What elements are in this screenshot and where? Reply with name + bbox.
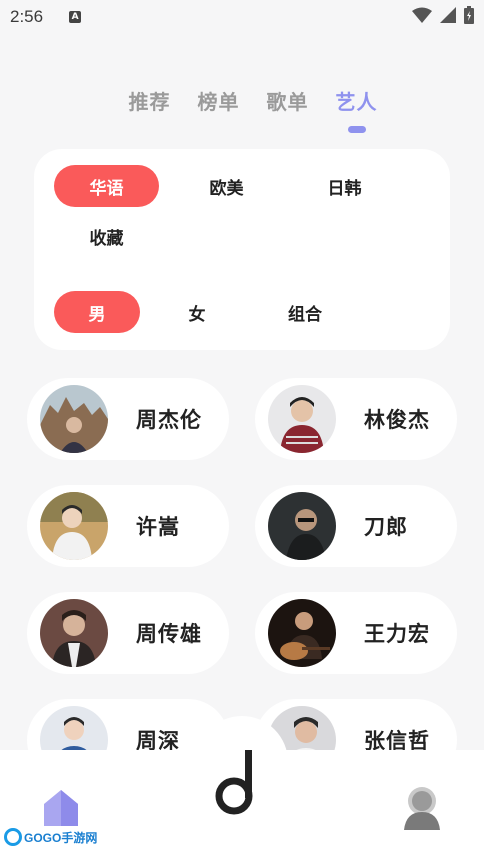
status-bar: 2:56 A [0, 0, 484, 34]
tab-artists[interactable]: 艺人 [336, 86, 378, 133]
artist-avatar [268, 492, 336, 560]
artist-name: 周传雄 [136, 622, 202, 646]
artist-name: 许嵩 [136, 515, 180, 539]
home-icon[interactable] [40, 786, 82, 828]
status-icons [412, 6, 474, 24]
filter-card: 华语 欧美 日韩 收藏 男 女 组合 [34, 149, 450, 350]
battery-icon [464, 6, 474, 24]
chip-gender-female[interactable]: 女 [154, 291, 240, 333]
artist-avatar [268, 599, 336, 667]
wifi-icon [412, 7, 432, 23]
tab-charts[interactable]: 榜单 [198, 86, 240, 115]
chip-group[interactable]: 组合 [262, 291, 348, 333]
artist-name: 周杰伦 [136, 408, 202, 432]
top-tabs: 推荐 榜单 歌单 艺人 [0, 86, 484, 133]
artist-card[interactable]: 周杰伦 [27, 378, 229, 460]
artist-card[interactable]: 王力宏 [255, 592, 457, 674]
chip-favorites[interactable]: 收藏 [54, 215, 159, 257]
artist-name: 林俊杰 [364, 408, 430, 432]
chip-gender-male[interactable]: 男 [54, 291, 140, 333]
artist-card[interactable]: 刀郎 [255, 485, 457, 567]
music-note-icon[interactable] [212, 748, 264, 820]
artist-avatar [40, 492, 108, 560]
bottom-nav: GOGO手游网 [0, 716, 484, 860]
chip-region-western[interactable]: 欧美 [174, 165, 279, 207]
artist-name: 王力宏 [364, 622, 430, 646]
tab-playlists[interactable]: 歌单 [267, 86, 309, 115]
active-tab-indicator [347, 126, 366, 133]
profile-icon[interactable] [402, 786, 442, 830]
notification-icon: A [69, 11, 82, 23]
watermark-logo-icon [4, 828, 22, 846]
status-time: 2:56 [10, 7, 44, 26]
artist-avatar [40, 385, 108, 453]
chip-region-jpkr[interactable]: 日韩 [292, 165, 397, 207]
signal-icon [440, 7, 456, 23]
chip-region-chinese[interactable]: 华语 [54, 165, 159, 207]
artist-avatar [40, 599, 108, 667]
tab-recommend[interactable]: 推荐 [129, 86, 171, 115]
artist-name: 刀郎 [364, 515, 408, 539]
artist-card[interactable]: 许嵩 [27, 485, 229, 567]
artist-card[interactable]: 林俊杰 [255, 378, 457, 460]
watermark: GOGO手游网 [4, 828, 97, 846]
artist-avatar [268, 385, 336, 453]
artist-card[interactable]: 周传雄 [27, 592, 229, 674]
